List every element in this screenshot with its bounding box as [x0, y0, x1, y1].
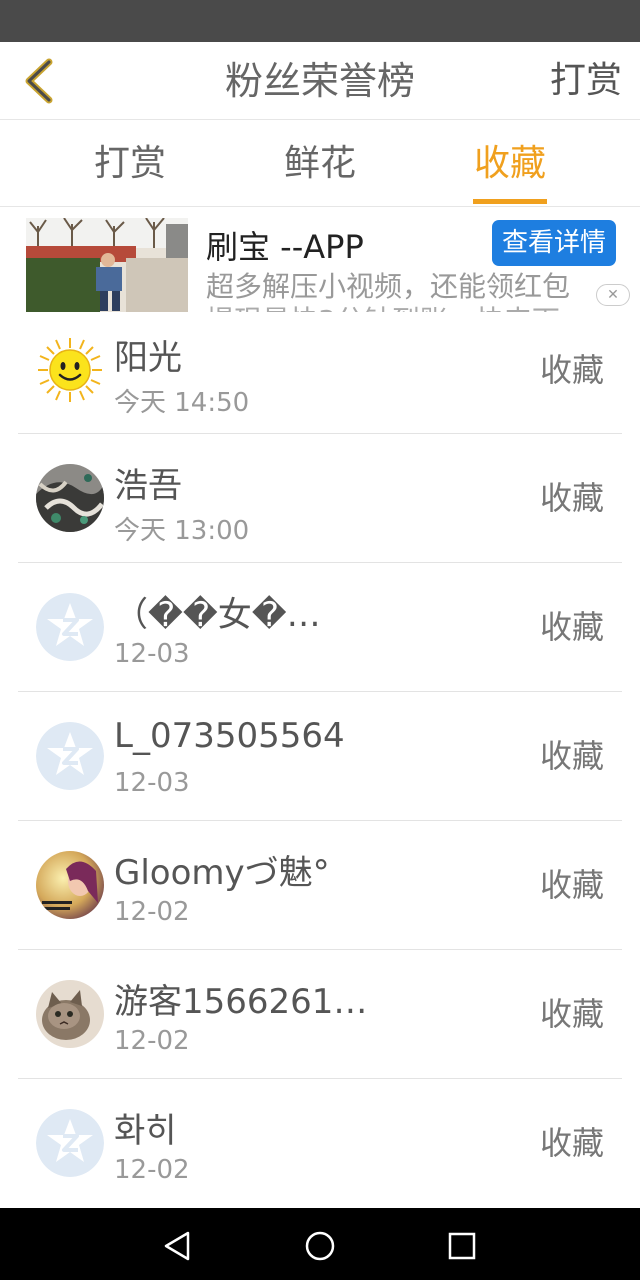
list-item[interactable]: 游客1566261… 12-02 收藏 — [18, 950, 622, 1079]
avatar — [36, 464, 104, 532]
fan-time: 12-03 — [114, 768, 190, 798]
avatar — [36, 336, 104, 404]
nav-recents-button[interactable] — [442, 1226, 482, 1266]
avatar — [36, 980, 104, 1048]
avatar — [36, 851, 104, 919]
fan-list: 阳光 今天 14:50 收藏 浩吾 今天 13:00 收藏 （��女�… 12-… — [0, 306, 640, 1208]
fan-action: 收藏 — [539, 866, 604, 904]
chevron-left-icon — [25, 58, 53, 104]
fan-action: 收藏 — [539, 995, 604, 1033]
ad-details-button[interactable]: 查看详情 — [492, 220, 616, 266]
fan-time: 12-02 — [114, 1026, 190, 1056]
fan-name: L_073505564 — [114, 716, 345, 756]
ad-description: 超多解压小视频，还能领红包 — [206, 270, 571, 303]
fan-name: Gloomyづ魅° — [114, 853, 330, 893]
ad-thumbnail — [26, 218, 188, 312]
fan-name: 浩吾 — [114, 466, 182, 506]
fan-action: 收藏 — [539, 737, 604, 775]
tab-flowers[interactable]: 鲜花 — [240, 121, 400, 207]
list-item[interactable]: 浩吾 今天 13:00 收藏 — [18, 434, 622, 563]
tab-reward[interactable]: 打赏 — [50, 121, 210, 207]
avatar — [36, 722, 104, 790]
active-tab-indicator — [473, 199, 547, 204]
avatar — [36, 1109, 104, 1177]
square-recents-icon — [448, 1232, 476, 1260]
fan-name: 游客1566261… — [114, 982, 368, 1022]
tab-bar: 打赏 鲜花 收藏 — [0, 121, 640, 207]
fan-time: 12-02 — [114, 897, 190, 927]
fan-name: （��女�… — [114, 595, 321, 635]
list-item[interactable]: 阳光 今天 14:50 收藏 — [18, 306, 622, 434]
triangle-back-icon — [164, 1231, 190, 1261]
circle-home-icon — [305, 1231, 335, 1261]
fan-action: 收藏 — [539, 608, 604, 646]
back-button[interactable] — [10, 52, 68, 110]
fan-action: 收藏 — [539, 1124, 604, 1162]
nav-home-button[interactable] — [300, 1226, 340, 1266]
avatar — [36, 593, 104, 661]
reward-button[interactable]: 打赏 — [550, 42, 622, 120]
nav-back-button[interactable] — [157, 1226, 197, 1266]
status-bar — [0, 0, 640, 42]
system-nav-bar — [0, 1208, 640, 1280]
list-item[interactable]: 화히 12-02 收藏 — [18, 1079, 622, 1208]
ad-title: 刷宝 --APP — [206, 228, 364, 266]
fan-action: 收藏 — [539, 351, 604, 389]
list-item[interactable]: L_073505564 12-03 收藏 — [18, 692, 622, 821]
header: 粉丝荣誉榜 打赏 — [0, 42, 640, 120]
list-item[interactable]: （��女�… 12-03 收藏 — [18, 563, 622, 692]
fan-action: 收藏 — [539, 479, 604, 517]
fan-time: 12-02 — [114, 1155, 190, 1185]
fan-name: 화히 — [114, 1111, 177, 1151]
ad-banner[interactable]: 刷宝 --APP 查看详情 超多解压小视频，还能领红包 提现最快3分钟到账，快来… — [0, 208, 640, 312]
page-title: 粉丝荣誉榜 — [224, 59, 415, 103]
list-item[interactable]: Gloomyづ魅° 12-02 收藏 — [18, 821, 622, 950]
close-icon: ✕ — [607, 287, 619, 303]
fan-time: 今天 13:00 — [114, 516, 250, 546]
tab-favorites[interactable]: 收藏 — [430, 121, 590, 207]
fan-time: 12-03 — [114, 639, 190, 669]
ad-close-button[interactable]: ✕ — [596, 284, 630, 306]
fan-time: 今天 14:50 — [114, 388, 250, 418]
fan-name: 阳光 — [114, 338, 182, 378]
